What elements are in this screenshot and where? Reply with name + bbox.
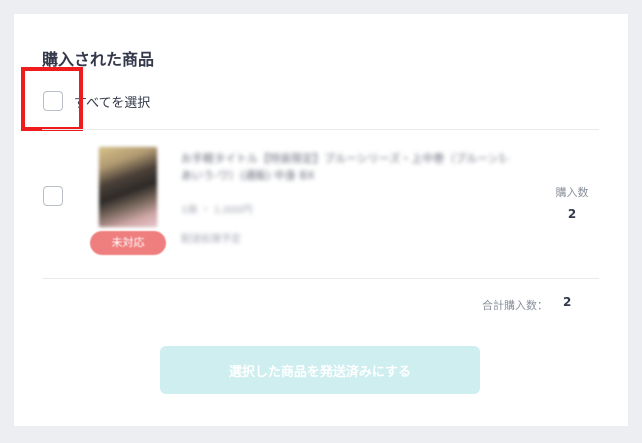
divider xyxy=(42,129,599,130)
divider xyxy=(42,278,599,279)
item-checkbox[interactable] xyxy=(43,186,63,206)
mark-shipped-button[interactable]: 選択した商品を発送済みにする xyxy=(160,346,480,394)
product-price: 1冊 ・ 1,000円 xyxy=(181,205,253,216)
total-quantity-value: 2 xyxy=(563,295,572,309)
product-thumbnail xyxy=(98,146,158,228)
quantity-value: 2 xyxy=(567,207,577,221)
product-name: お手軽タイトル【特装限定】ブルーシリーズ・上中巻（ブルーン1-あいう-ワ）(通販… xyxy=(181,152,510,182)
select-all-label[interactable]: すべてを選択 xyxy=(74,92,150,111)
quantity-label: 購入数 xyxy=(555,186,589,199)
total-quantity-label: 合計購入数： xyxy=(482,299,548,312)
product-subdetail: 配送処理予定 xyxy=(181,234,241,245)
status-badge: 未対応 xyxy=(90,231,166,255)
purchased-items-card: 購入された商品 すべてを選択 未対応 お手軽タイトル【特装限定】ブルーシリーズ・… xyxy=(14,14,628,426)
annotation-highlight-box xyxy=(21,67,83,131)
